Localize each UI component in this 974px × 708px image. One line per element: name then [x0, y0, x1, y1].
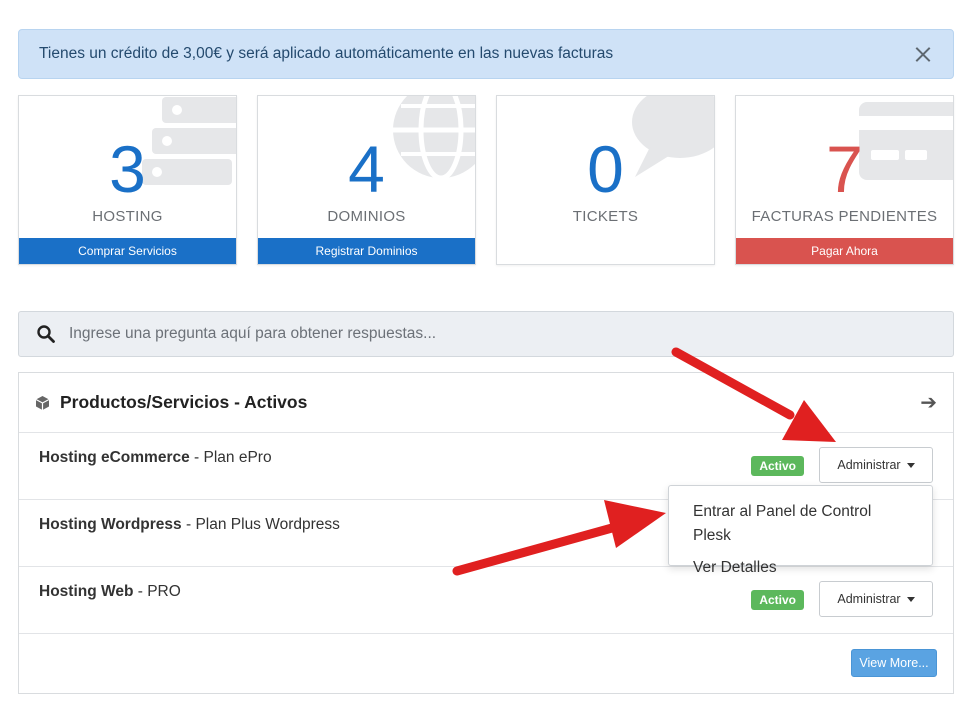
- arrow-right-icon[interactable]: ➔: [920, 390, 937, 415]
- manage-dropdown-menu: Entrar al Panel de Control Plesk Ver Det…: [668, 485, 933, 576]
- buy-services-link[interactable]: Comprar Servicios: [19, 238, 236, 264]
- knowledgebase-search[interactable]: Ingrese una pregunta aquí para obtener r…: [18, 311, 954, 357]
- product-name: Hosting Web - PRO: [39, 583, 181, 600]
- menu-item-view-details[interactable]: Ver Detalles: [669, 552, 932, 584]
- invoices-count: 7: [826, 132, 863, 206]
- tickets-label: TICKETS: [572, 208, 639, 225]
- manage-button[interactable]: Administrar: [819, 581, 933, 617]
- caret-down-icon: [906, 462, 915, 468]
- caret-down-icon: [906, 596, 915, 602]
- hosting-count: 3: [109, 132, 146, 206]
- domains-label: DOMINIOS: [327, 208, 406, 225]
- cube-icon: [35, 395, 50, 410]
- close-icon[interactable]: [913, 44, 933, 64]
- credit-alert: Tienes un crédito de 3,00€ y será aplica…: [18, 29, 954, 79]
- panel-title: Productos/Servicios - Activos: [60, 392, 308, 412]
- tile-hosting[interactable]: 3 HOSTING Comprar Servicios: [18, 95, 237, 265]
- panel-header: Productos/Servicios - Activos ➔: [19, 373, 953, 433]
- product-name: Hosting Wordpress - Plan Plus Wordpress: [39, 516, 340, 533]
- product-name: Hosting eCommerce - Plan ePro: [39, 449, 272, 466]
- pay-now-link[interactable]: Pagar Ahora: [736, 238, 953, 264]
- domains-count: 4: [348, 132, 385, 206]
- invoices-label: FACTURAS PENDIENTES: [751, 208, 938, 225]
- status-badge: Activo: [751, 590, 804, 610]
- manage-button[interactable]: Administrar: [819, 447, 933, 483]
- search-input[interactable]: Ingrese una pregunta aquí para obtener r…: [69, 325, 436, 343]
- register-domains-link[interactable]: Registrar Dominios: [258, 238, 475, 264]
- menu-item-plesk-panel[interactable]: Entrar al Panel de Control Plesk: [669, 496, 932, 552]
- hosting-label: HOSTING: [92, 208, 163, 225]
- tile-invoices[interactable]: 7 FACTURAS PENDIENTES Pagar Ahora: [735, 95, 954, 265]
- tickets-count: 0: [587, 132, 624, 206]
- alert-text: Tienes un crédito de 3,00€ y será aplica…: [39, 45, 614, 62]
- tile-domains[interactable]: 4 DOMINIOS Registrar Dominios: [257, 95, 476, 265]
- tile-tickets[interactable]: 0 TICKETS: [496, 95, 715, 265]
- status-badge: Activo: [751, 456, 804, 476]
- search-icon: [37, 325, 55, 343]
- view-more-button[interactable]: View More...: [851, 649, 937, 677]
